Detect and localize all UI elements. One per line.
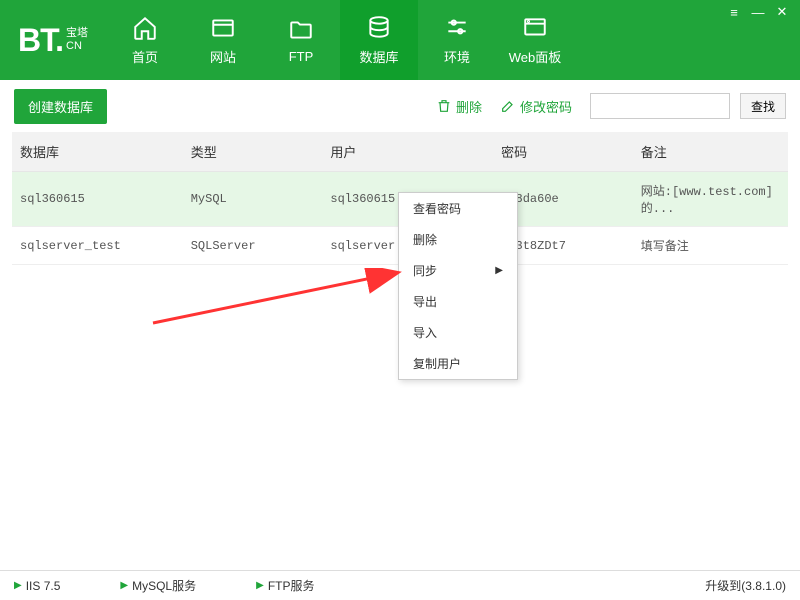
menu-import[interactable]: 导入 bbox=[399, 317, 517, 348]
change-password-link[interactable]: 修改密码 bbox=[500, 97, 572, 116]
nav-home[interactable]: 首页 bbox=[106, 0, 184, 80]
nav-label: 数据库 bbox=[359, 47, 398, 66]
menu-button[interactable]: ≡ bbox=[722, 4, 746, 20]
footer-ftp[interactable]: ▶FTP服务 bbox=[256, 577, 314, 594]
footer-mysql[interactable]: ▶MySQL服务 bbox=[120, 577, 196, 594]
delete-label: 删除 bbox=[456, 97, 482, 116]
col-pass: 密码 bbox=[493, 132, 633, 172]
play-icon: ▶ bbox=[256, 580, 264, 591]
col-remark: 备注 bbox=[633, 132, 788, 172]
folder-icon bbox=[288, 17, 314, 43]
home-icon bbox=[132, 15, 158, 41]
website-icon bbox=[210, 15, 236, 41]
footer-iis[interactable]: ▶IIS 7.5 bbox=[14, 579, 60, 593]
context-menu: 查看密码 删除 同步▶ 导出 导入 复制用户 bbox=[398, 192, 518, 380]
search-input[interactable] bbox=[590, 93, 730, 119]
cell-remark: 填写备注 bbox=[633, 227, 788, 265]
nav-database[interactable]: 数据库 bbox=[340, 0, 418, 80]
cell-db: sqlserver_test bbox=[12, 227, 183, 265]
cell-remark: 网站:[www.test.com]的... bbox=[633, 172, 788, 227]
window-controls: ≡ ― ✕ bbox=[722, 4, 794, 20]
webpanel-icon bbox=[522, 15, 548, 41]
edit-icon bbox=[500, 98, 516, 114]
col-type: 类型 bbox=[183, 132, 323, 172]
annotation-arrow bbox=[148, 268, 408, 328]
menu-export[interactable]: 导出 bbox=[399, 286, 517, 317]
close-button[interactable]: ✕ bbox=[770, 4, 794, 20]
nav-env[interactable]: 环境 bbox=[418, 0, 496, 80]
cell-db: sql360615 bbox=[12, 172, 183, 227]
col-db: 数据库 bbox=[12, 132, 183, 172]
menu-delete[interactable]: 删除 bbox=[399, 224, 517, 255]
menu-view-password[interactable]: 查看密码 bbox=[399, 193, 517, 224]
database-icon bbox=[366, 15, 392, 41]
nav-label: 环境 bbox=[444, 47, 470, 66]
cell-type: MySQL bbox=[183, 172, 323, 227]
nav-webpanel[interactable]: Web面板 bbox=[496, 0, 574, 80]
footer: ▶IIS 7.5 ▶MySQL服务 ▶FTP服务 升级到(3.8.1.0) bbox=[0, 570, 800, 600]
nav-label: 首页 bbox=[132, 47, 158, 66]
minimize-button[interactable]: ― bbox=[746, 4, 770, 20]
table-header-row: 数据库 类型 用户 密码 备注 bbox=[12, 132, 788, 172]
titlebar: BT. 宝塔 CN 首页 网站 FTP 数据库 环境 Web面板 bbox=[0, 0, 800, 80]
logo-text: BT. bbox=[18, 22, 63, 59]
sliders-icon bbox=[444, 15, 470, 41]
menu-copy-user[interactable]: 复制用户 bbox=[399, 348, 517, 379]
col-user: 用户 bbox=[322, 132, 493, 172]
play-icon: ▶ bbox=[14, 580, 22, 591]
nav-label: FTP bbox=[289, 49, 314, 64]
create-database-button[interactable]: 创建数据库 bbox=[14, 89, 107, 124]
cell-type: SQLServer bbox=[183, 227, 323, 265]
logo-sub2: CN bbox=[66, 40, 88, 53]
nav-label: Web面板 bbox=[509, 47, 562, 66]
play-icon: ▶ bbox=[120, 580, 128, 591]
chevron-right-icon: ▶ bbox=[495, 265, 503, 276]
menu-sync[interactable]: 同步▶ bbox=[399, 255, 517, 286]
logo-sub1: 宝塔 bbox=[66, 27, 88, 40]
nav: 首页 网站 FTP 数据库 环境 Web面板 bbox=[106, 0, 800, 80]
logo: BT. 宝塔 CN bbox=[0, 0, 106, 80]
trash-icon bbox=[436, 98, 452, 114]
footer-version[interactable]: 升级到(3.8.1.0) bbox=[705, 577, 786, 594]
search-button[interactable]: 查找 bbox=[740, 93, 786, 119]
changepw-label: 修改密码 bbox=[520, 97, 572, 116]
delete-link[interactable]: 删除 bbox=[436, 97, 482, 116]
nav-ftp[interactable]: FTP bbox=[262, 0, 340, 80]
toolbar: 创建数据库 删除 修改密码 查找 bbox=[0, 80, 800, 132]
nav-website[interactable]: 网站 bbox=[184, 0, 262, 80]
nav-label: 网站 bbox=[210, 47, 236, 66]
